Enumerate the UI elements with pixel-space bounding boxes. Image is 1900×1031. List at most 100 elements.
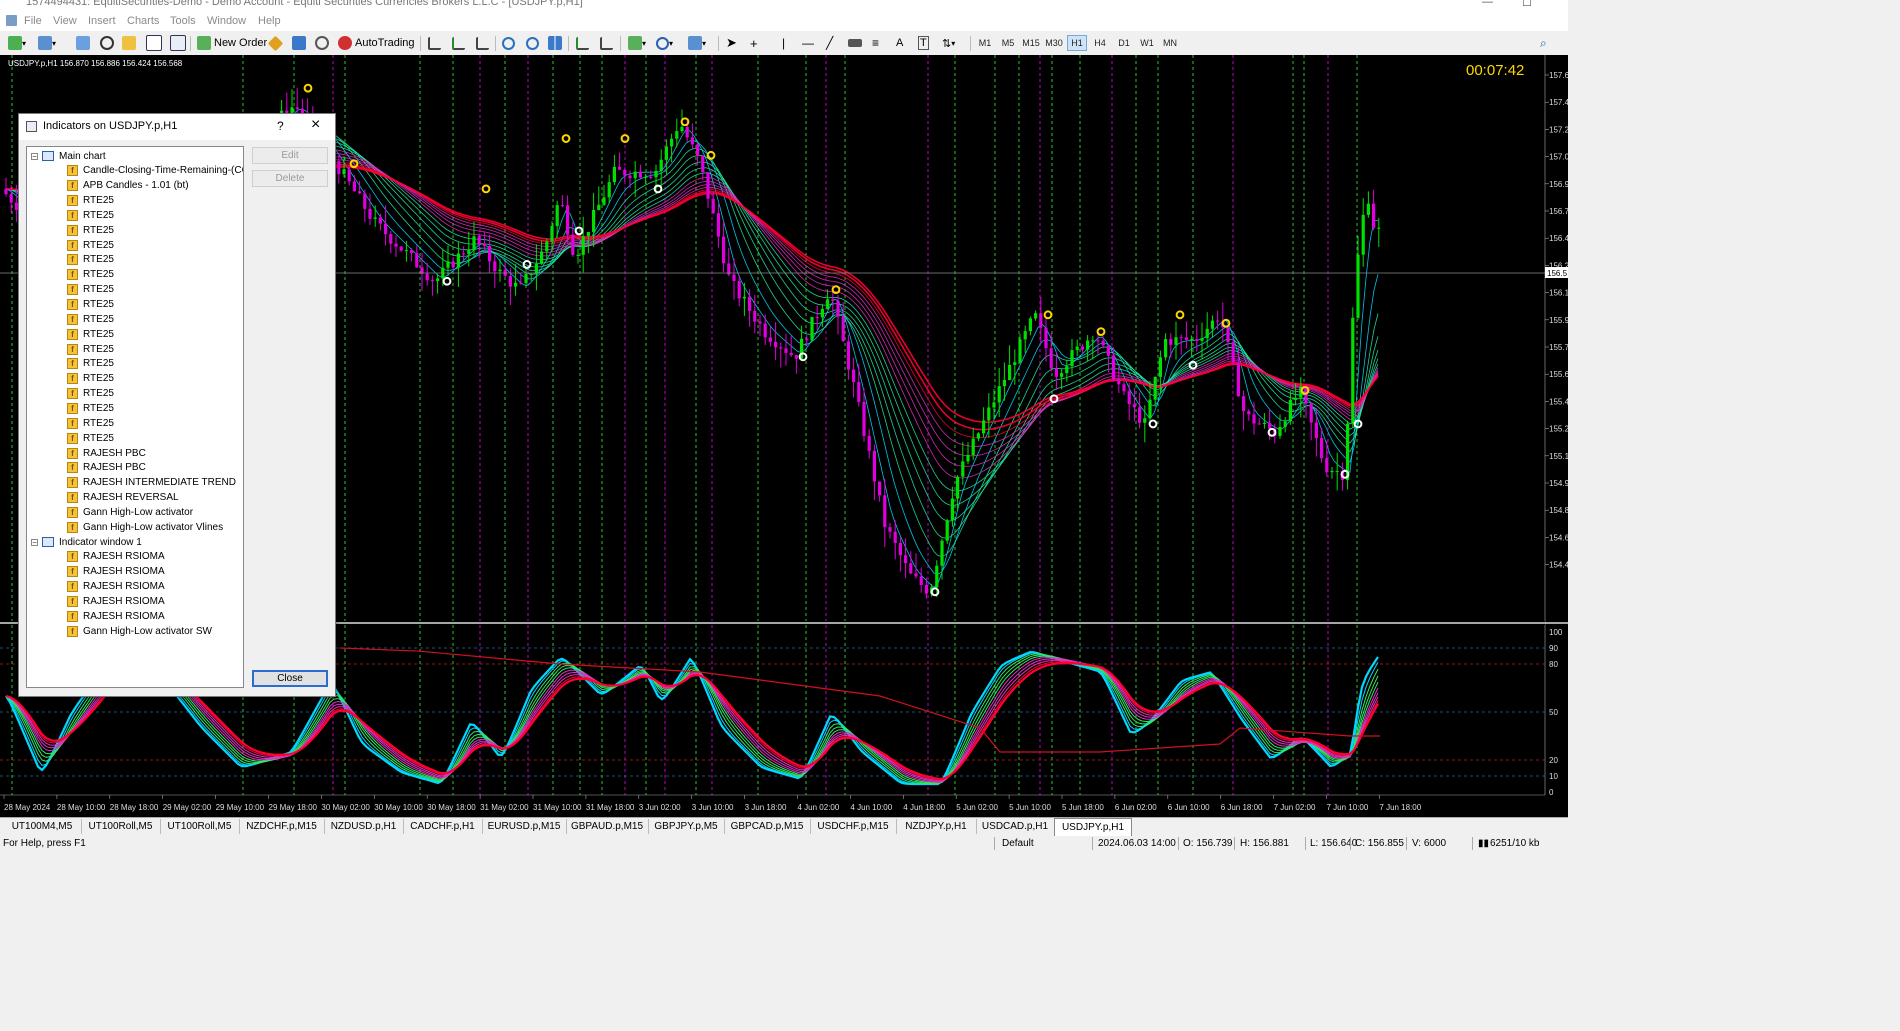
data-window-button[interactable] (100, 35, 114, 51)
tf-m1[interactable]: M1 (975, 35, 995, 51)
search-button[interactable]: ⌕ (1540, 35, 1547, 51)
tree-group[interactable]: − Main chart (31, 149, 106, 163)
chart-tab[interactable]: NZDCHF.p,M15 (239, 819, 325, 834)
terminal-button[interactable] (146, 35, 162, 51)
arrows-button[interactable]: ⇅ ▾ (942, 35, 955, 51)
tree-group[interactable]: − Indicator window 1 (31, 535, 142, 549)
tree-item[interactable]: f RAJESH RSIOMA (67, 550, 165, 564)
tree-item[interactable]: f Candle-Closing-Time-Remaining-(CCTR) (67, 164, 243, 178)
menu-file[interactable]: File (24, 15, 42, 27)
chart-tab[interactable]: GBPJPY.p,M5 (648, 819, 725, 834)
vertical-line-button[interactable]: | (782, 35, 785, 51)
horizontal-line-button[interactable]: — (802, 35, 814, 51)
line-chart-button[interactable] (476, 35, 489, 51)
tree-item[interactable]: f RTE25 (67, 253, 114, 267)
crosshair-button[interactable]: + (750, 35, 758, 51)
tree-item[interactable]: f RTE25 (67, 283, 114, 297)
minimize-button[interactable]: — (1482, 0, 1493, 8)
templates-button[interactable]: ▾ (688, 35, 706, 51)
signals-button[interactable] (315, 35, 329, 51)
chart-tab[interactable]: NZDJPY.p,H1 (896, 819, 977, 834)
cursor-button[interactable]: ➤ (726, 35, 737, 51)
tree-item[interactable]: f RTE25 (67, 357, 114, 371)
channel-button[interactable] (848, 35, 862, 51)
menu-view[interactable]: View (53, 15, 77, 27)
menu-charts[interactable]: Charts (127, 15, 159, 27)
tile-windows-button[interactable] (548, 35, 562, 51)
tree-item[interactable]: f RTE25 (67, 416, 114, 430)
tf-m30[interactable]: M30 (1044, 35, 1064, 51)
chart-tab[interactable]: GBPAUD.p,M15 (566, 819, 649, 834)
help-button[interactable]: ? (277, 119, 284, 133)
tf-mn[interactable]: MN (1160, 35, 1180, 51)
tf-w1[interactable]: W1 (1137, 35, 1157, 51)
menu-window[interactable]: Window (207, 15, 246, 27)
tree-item[interactable]: f Gann High-Low activator Vlines (67, 520, 223, 534)
indicator-tree[interactable]: − Main chart f Candle-Closing-Time-Remainin… (26, 146, 244, 688)
collapse-icon[interactable]: − (31, 152, 38, 160)
tree-item[interactable]: f RTE25 (67, 223, 114, 237)
tree-item[interactable]: f Gann High-Low activator (67, 505, 193, 519)
text-button[interactable]: A (896, 35, 903, 51)
fibonacci-button[interactable]: ≡ (872, 35, 879, 51)
tree-item[interactable]: f RAJESH INTERMEDIATE TREND (67, 476, 236, 490)
tree-item[interactable]: f APB Candles - 1.01 (bt) (67, 179, 189, 193)
autotrading-button[interactable]: AutoTrading (338, 35, 415, 51)
chart-tab[interactable]: NZDUSD.p,H1 (324, 819, 404, 834)
chart-shift-button[interactable] (600, 35, 613, 51)
tree-item[interactable]: f RTE25 (67, 342, 114, 356)
profiles-button[interactable]: ▾ (38, 35, 56, 51)
close-icon[interactable]: × (311, 116, 320, 134)
delete-button[interactable]: Delete (252, 170, 328, 187)
tree-item[interactable]: f RTE25 (67, 194, 114, 208)
navigator-button[interactable] (122, 35, 136, 51)
chart-tab[interactable]: UT100M4,M5 (3, 819, 82, 834)
new-chart-button[interactable]: ▾ (8, 35, 26, 51)
menu-tools[interactable]: Tools (170, 15, 196, 27)
tree-item[interactable]: f RAJESH RSIOMA (67, 580, 165, 594)
tester-button[interactable] (170, 35, 186, 51)
tree-item[interactable]: f RAJESH RSIOMA (67, 565, 165, 579)
market-button[interactable] (292, 35, 306, 51)
tree-item[interactable]: f RAJESH REVERSAL (67, 491, 179, 505)
bar-chart-button[interactable] (428, 35, 441, 51)
tree-item[interactable]: f RTE25 (67, 238, 114, 252)
tree-item[interactable]: f RTE25 (67, 268, 114, 282)
tf-d1[interactable]: D1 (1114, 35, 1134, 51)
tree-item[interactable]: f RAJESH PBC (67, 446, 146, 460)
tree-item[interactable]: f RAJESH RSIOMA (67, 609, 165, 623)
trendline-button[interactable]: ╱ (826, 35, 833, 51)
tree-item[interactable]: f RTE25 (67, 298, 114, 312)
zoom-in-button[interactable] (502, 35, 515, 51)
zoom-out-button[interactable] (526, 35, 539, 51)
tf-h4[interactable]: H4 (1090, 35, 1110, 51)
new-order-button[interactable]: New Order (197, 35, 267, 51)
tree-item[interactable]: f RTE25 (67, 431, 114, 445)
chart-tab[interactable]: USDCAD.p,H1 (976, 819, 1055, 834)
collapse-icon[interactable]: − (31, 538, 38, 546)
edit-button[interactable]: Edit (252, 147, 328, 164)
tf-h1[interactable]: H1 (1067, 35, 1087, 51)
maximize-button[interactable]: ☐ (1522, 0, 1532, 9)
text-label-button[interactable]: T (918, 35, 929, 51)
tf-m15[interactable]: M15 (1021, 35, 1041, 51)
chart-tab[interactable]: EURUSD.p,M15 (482, 819, 567, 834)
tree-item[interactable]: f RTE25 (67, 312, 114, 326)
market-watch-button[interactable] (76, 35, 90, 51)
chart-tab[interactable]: UT100Roll,M5 (160, 819, 240, 834)
menu-insert[interactable]: Insert (88, 15, 116, 27)
chart-tab[interactable]: USDCHF.p,M15 (810, 819, 897, 834)
tree-item[interactable]: f RAJESH PBC (67, 461, 146, 475)
tf-m5[interactable]: M5 (998, 35, 1018, 51)
tree-item[interactable]: f RAJESH RSIOMA (67, 595, 165, 609)
indicators-button[interactable]: ▾ (628, 35, 646, 51)
chart-tab[interactable]: UT100Roll,M5 (81, 819, 161, 834)
tab-active[interactable]: USDJPY.p,H1 (1054, 818, 1132, 836)
tree-item[interactable]: f RTE25 (67, 327, 114, 341)
chart-tab[interactable]: CADCHF.p,H1 (403, 819, 483, 834)
candlestick-button[interactable] (452, 35, 465, 51)
status-profile[interactable]: Default (1002, 838, 1034, 849)
tree-item[interactable]: f RTE25 (67, 387, 114, 401)
chart-tab[interactable]: GBPCAD.p,M15 (724, 819, 811, 834)
menu-help[interactable]: Help (258, 15, 281, 27)
